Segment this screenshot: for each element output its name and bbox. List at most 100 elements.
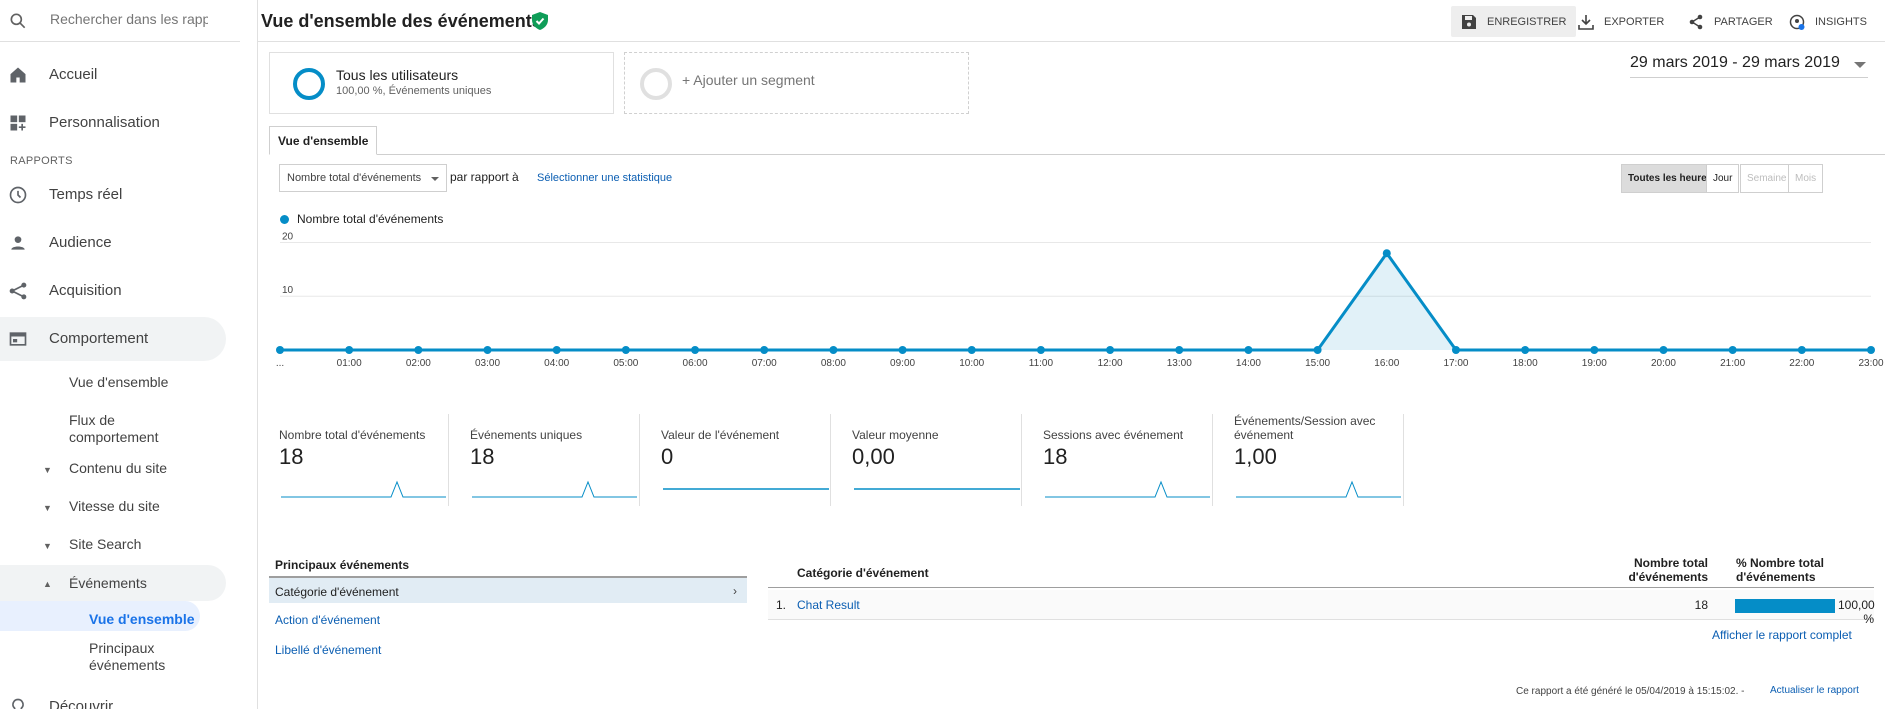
data-point[interactable]	[1244, 346, 1253, 354]
report-tabs: Vue d'ensemble	[269, 126, 1885, 155]
sidebar-item-customization[interactable]: Personnalisation	[0, 101, 226, 145]
sidebar-item-label: Personnalisation	[49, 114, 160, 131]
sparkline	[663, 488, 829, 490]
sidebar-sub-events[interactable]: Événements	[69, 575, 147, 591]
export-button[interactable]: EXPORTER	[1568, 6, 1674, 37]
insights-icon	[1789, 14, 1805, 30]
data-point[interactable]	[760, 346, 769, 354]
metric-select[interactable]: Nombre total d'événements	[279, 164, 447, 192]
analytics-app: Accueil Personnalisation RAPPORTS Temps …	[0, 0, 1885, 709]
scorecard-event-value: Valeur de l'événement 0	[661, 414, 831, 506]
tab-overview[interactable]: Vue d'ensemble	[269, 126, 378, 155]
sidebar-item-label: Découvrir	[49, 698, 114, 709]
sidebar-sub-overview[interactable]: Vue d'ensemble	[69, 374, 168, 390]
data-point[interactable]	[552, 346, 561, 354]
row-index: 1.	[776, 598, 787, 612]
sidebar-item-audience[interactable]: Audience	[0, 221, 226, 265]
data-point[interactable]	[1451, 346, 1460, 354]
top-events-dim-action[interactable]: Action d'événement	[269, 606, 747, 633]
save-button[interactable]: ENREGISTRER	[1451, 6, 1577, 37]
data-point[interactable]	[276, 346, 284, 354]
data-point[interactable]	[1728, 346, 1737, 354]
table-header: Catégorie d'événement Nombre total d'évé…	[768, 556, 1874, 588]
segment-ring-icon	[293, 68, 325, 100]
data-point[interactable]	[1106, 346, 1115, 354]
data-point[interactable]	[1175, 346, 1184, 354]
sidebar-sub-site-content[interactable]: Contenu du site	[69, 460, 167, 476]
sidebar-sub-events-overview[interactable]: Vue d'ensemble	[89, 611, 195, 627]
sidebar-item-acquisition[interactable]: Acquisition	[0, 269, 226, 313]
insights-label: INSIGHTS	[1815, 15, 1867, 28]
granularity-month[interactable]: Mois	[1788, 164, 1824, 193]
scorecard-unique-events: Événements uniques 18	[470, 414, 640, 506]
dashboard-icon	[10, 115, 26, 131]
segment-ring-icon	[640, 68, 672, 100]
scorecard-value: 18	[279, 444, 304, 469]
data-point[interactable]	[1382, 249, 1391, 258]
row-pct: 100,00 %	[1838, 598, 1875, 626]
col-header-pct[interactable]: % Nombre total d'événements	[1736, 556, 1846, 584]
sparkline	[1045, 480, 1210, 498]
search-input[interactable]	[50, 11, 208, 27]
sidebar-item-realtime[interactable]: Temps réel	[0, 173, 226, 217]
date-range-picker[interactable]: 29 mars 2019 - 29 mars 2019	[1630, 54, 1868, 78]
top-events-title: Principaux événements	[275, 558, 410, 572]
refresh-report-link[interactable]: Actualiser le rapport	[1770, 685, 1859, 696]
insights-button[interactable]: INSIGHTS	[1779, 6, 1877, 37]
data-point[interactable]	[1313, 346, 1322, 354]
data-point[interactable]	[1590, 346, 1599, 354]
granularity-hourly[interactable]: Toutes les heures	[1621, 164, 1720, 193]
data-point[interactable]	[967, 346, 976, 354]
sidebar-sub-top-events[interactable]: Principaux événements	[89, 640, 199, 674]
chevron-down-icon	[1854, 62, 1866, 68]
col-header-total[interactable]: Nombre total d'événements	[1608, 556, 1708, 584]
sidebar-sub-flow[interactable]: Flux de comportement	[69, 412, 189, 446]
segment-all-users[interactable]: Tous les utilisateurs 100,00 %, Événemen…	[269, 52, 614, 114]
data-point[interactable]	[1797, 346, 1806, 354]
select-stat-link[interactable]: Sélectionner une statistique	[537, 172, 672, 184]
sidebar-item-discover[interactable]: Découvrir	[0, 685, 226, 709]
sidebar-sub-site-speed[interactable]: Vitesse du site	[69, 498, 160, 514]
x-tick-label: 02:00	[406, 358, 431, 369]
data-point[interactable]	[414, 346, 423, 354]
x-tick-label: 21:00	[1720, 358, 1745, 369]
data-point[interactable]	[345, 346, 354, 354]
sidebar-sub-site-search[interactable]: Site Search	[69, 536, 141, 552]
metric-select-value: Nombre total d'événements	[287, 172, 422, 184]
data-point[interactable]	[829, 346, 838, 354]
report-header: Vue d'ensemble des événements ENREGISTRE…	[258, 0, 1885, 42]
data-point[interactable]	[1521, 346, 1530, 354]
pct-bar	[1735, 599, 1835, 613]
data-point[interactable]	[1867, 346, 1875, 354]
segment-title: Tous les utilisateurs	[336, 67, 459, 83]
x-tick-label: 13:00	[1167, 358, 1192, 369]
add-segment-button[interactable]: + Ajouter un segment	[624, 52, 969, 114]
top-events-dim-category[interactable]: Catégorie d'événement ›	[269, 576, 747, 603]
granularity-day[interactable]: Jour	[1706, 164, 1740, 193]
data-point[interactable]	[1659, 346, 1668, 354]
share-button[interactable]: PARTAGER	[1678, 6, 1783, 37]
data-point[interactable]	[483, 346, 492, 354]
download-icon	[1578, 14, 1594, 30]
x-tick-label: 22:00	[1789, 358, 1814, 369]
scorecard-label: Valeur de l'événement	[661, 428, 780, 442]
col-header-category[interactable]: Catégorie d'événement	[797, 566, 929, 580]
sparkline	[281, 480, 446, 498]
granularity-week[interactable]: Semaine	[1740, 164, 1794, 193]
data-point[interactable]	[1036, 346, 1045, 354]
sidebar-item-home[interactable]: Accueil	[0, 53, 226, 97]
full-report-link[interactable]: Afficher le rapport complet	[1712, 628, 1852, 642]
x-tick-label: 01:00	[337, 358, 362, 369]
lightbulb-icon	[12, 698, 24, 709]
sidebar-item-behavior[interactable]: Comportement	[0, 317, 226, 361]
data-point[interactable]	[691, 346, 700, 354]
add-segment-label: + Ajouter un segment	[682, 72, 815, 88]
scorecard-value: 0,00	[852, 444, 895, 469]
data-point[interactable]	[898, 346, 907, 354]
data-point[interactable]	[621, 346, 630, 354]
row-link-chat-result[interactable]: Chat Result	[797, 598, 860, 612]
top-events-dim-label[interactable]: Libellé d'événement	[269, 636, 747, 663]
acquisition-icon	[9, 282, 27, 300]
date-range-label: 29 mars 2019 - 29 mars 2019	[1630, 54, 1840, 71]
x-tick-label: 03:00	[475, 358, 500, 369]
